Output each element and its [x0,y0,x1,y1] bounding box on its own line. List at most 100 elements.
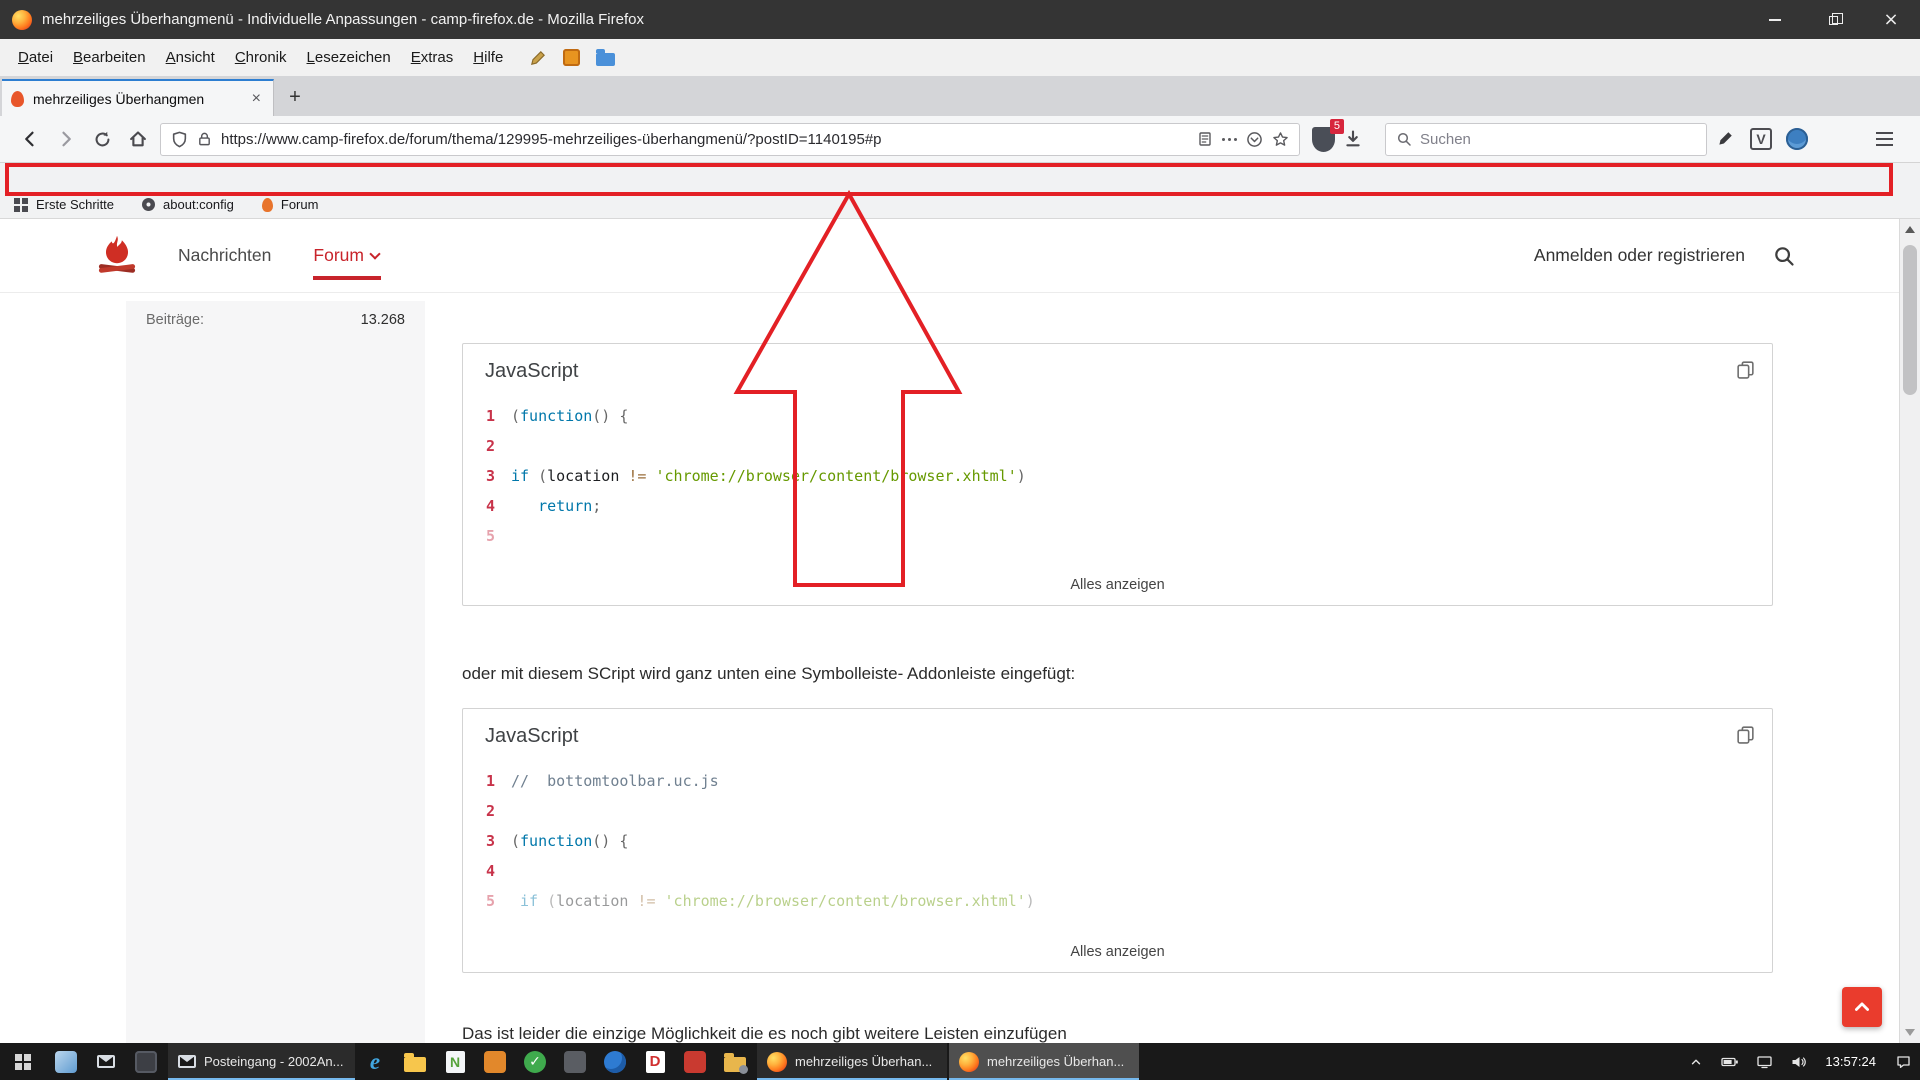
notepad-icon: N [446,1051,465,1073]
restore-icon [1829,16,1838,25]
mail-envelope-icon[interactable] [86,1043,126,1080]
menu-bearbeiten[interactable]: Bearbeiten [63,44,156,71]
quick-launch-icons [46,1043,166,1080]
taskbar-window-label: Posteingang - 2002An... [204,1054,344,1069]
app-icon-blue [55,1051,77,1073]
site-search-icon[interactable] [1773,245,1795,267]
line-number: 1 [463,772,511,790]
search-placeholder: Suchen [1420,131,1471,148]
tray-expand-button[interactable] [1679,1043,1713,1080]
folder-gear-icon[interactable] [715,1043,755,1080]
action-center-button[interactable] [1886,1043,1920,1080]
reload-button[interactable] [84,121,120,157]
search-bar[interactable]: Suchen [1385,123,1707,156]
page-actions-icon[interactable] [1222,138,1237,141]
copy-icon[interactable] [1735,359,1756,380]
taskbar-mail-window[interactable]: Posteingang - 2002An... [168,1043,355,1080]
app-icon-d[interactable]: D [635,1043,675,1080]
tab-close-icon[interactable]: × [249,91,264,107]
taskbar-firefox-window[interactable]: mehrzeiliges Überhan... [949,1043,1139,1080]
pencil-icon[interactable] [529,49,547,67]
tracking-shield-icon[interactable] [171,131,188,148]
app-icon-blue[interactable] [46,1043,86,1080]
code-line: 4 return; [463,491,1772,521]
scroll-to-top-button[interactable] [1842,987,1882,1027]
scrollbar-up-arrow[interactable] [1905,226,1915,233]
bookmark-item[interactable]: Erste Schritte [14,197,114,212]
line-number: 2 [463,802,511,820]
menu-lesezeichen[interactable]: Lesezeichen [297,44,401,71]
new-tab-button[interactable]: + [280,82,310,112]
menu-datei[interactable]: Datei [8,44,63,71]
menu-chronik[interactable]: Chronik [225,44,297,71]
back-button[interactable] [12,121,48,157]
globe-icon [1786,128,1808,150]
scrollbar-thumb[interactable] [1903,245,1917,395]
start-button[interactable] [0,1043,46,1080]
forward-button[interactable] [48,121,84,157]
app-icon-orange[interactable] [475,1043,515,1080]
thunderbird-icon[interactable] [595,1043,635,1080]
extension-orange-icon[interactable] [563,49,580,66]
taskbar-firefox-window[interactable]: mehrzeiliges Überhan... [757,1043,947,1080]
tab-active[interactable]: mehrzeiliges Überhangmen × [2,79,274,116]
campfire-logo[interactable] [94,233,140,279]
app-icon-gray[interactable] [555,1043,595,1080]
home-icon [128,129,148,149]
firefox-icon [959,1052,979,1072]
notepad-icon[interactable]: N [435,1043,475,1080]
restore-button[interactable] [1804,0,1862,39]
scrollbar-down-arrow[interactable] [1905,1029,1915,1036]
pen-extension-button[interactable] [1707,121,1743,157]
home-button[interactable] [120,121,156,157]
battery-icon [1721,1054,1739,1070]
display-settings[interactable] [1747,1043,1781,1080]
menu-ansicht[interactable]: Ansicht [156,44,225,71]
explorer-folder-icon[interactable] [395,1043,435,1080]
close-button[interactable]: × [1862,0,1920,39]
v-extension-button[interactable]: V [1743,121,1779,157]
app-icon-dark[interactable] [126,1043,166,1080]
thunderbird-icon [604,1051,626,1073]
extension-badge: 5 [1330,119,1344,134]
bookmark-star-icon[interactable] [1272,131,1289,148]
nav-item-forum[interactable]: Forum [313,245,379,266]
blue-folder-icon[interactable] [596,53,615,66]
app-icon-red [684,1051,706,1073]
bookmark-item[interactable]: Forum [262,197,319,212]
menu-button[interactable] [1866,121,1902,157]
reader-mode-icon[interactable] [1197,131,1213,147]
show-all-link[interactable]: Alles anzeigen [463,934,1772,972]
forward-icon [56,129,76,149]
page-content: Nachrichten Forum Anmelden oder registri… [0,219,1899,1043]
copy-icon[interactable] [1735,724,1756,745]
taskbar-clock[interactable]: 13:57:24 [1815,1054,1886,1069]
window-controls: × [1746,0,1920,39]
grid-icon [14,198,28,212]
menu-extras[interactable]: Extras [401,44,464,71]
globe-extension-button[interactable] [1779,121,1815,157]
chevron-up-icon [1689,1055,1703,1069]
code-text: if (location != 'chrome://browser/conten… [511,892,1035,910]
show-all-link[interactable]: Alles anzeigen [463,567,1772,605]
explorer-folder-icon [404,1057,426,1072]
code-line: 2 [463,431,1772,461]
minimize-button[interactable] [1746,0,1804,39]
edge-icon[interactable]: e [355,1043,395,1080]
antivirus-check-icon[interactable]: ✓ [515,1043,555,1080]
menu-hilfe[interactable]: Hilfe [463,44,513,71]
adblock-extension-button[interactable]: 5 [1312,127,1335,152]
nav-item-nachrichten[interactable]: Nachrichten [178,245,271,266]
url-bar[interactable]: https://www.camp-firefox.de/forum/thema/… [160,123,1300,156]
campfire-favicon [11,91,24,107]
mail-envelope-icon [97,1055,115,1068]
volume-control[interactable] [1781,1043,1815,1080]
tab-bar: mehrzeiliges Überhangmen × + [0,76,1920,116]
bookmark-item[interactable]: about:config [142,197,234,212]
battery-indicator[interactable] [1713,1043,1747,1080]
firefox-icon [767,1052,787,1072]
pocket-icon[interactable] [1246,131,1263,148]
lock-icon[interactable] [197,131,212,147]
browser-scrollbar[interactable] [1899,219,1920,1043]
app-icon-red[interactable] [675,1043,715,1080]
